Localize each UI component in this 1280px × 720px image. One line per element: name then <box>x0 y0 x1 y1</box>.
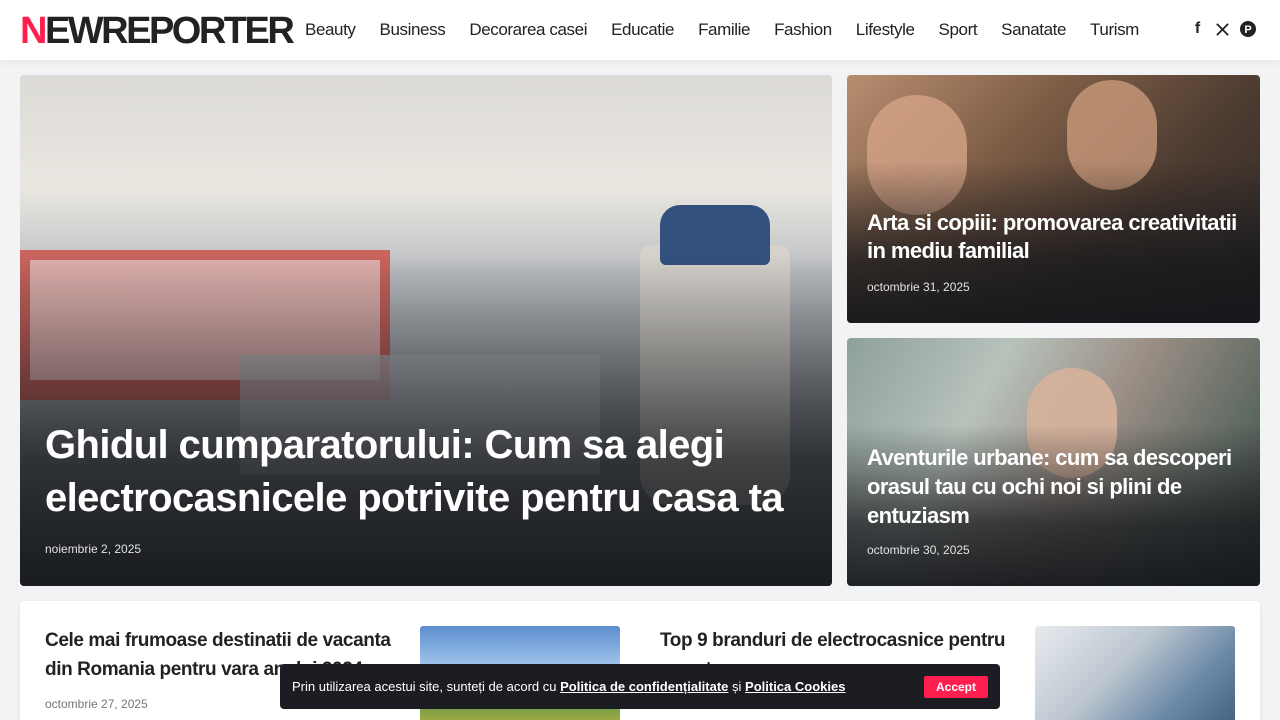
site-logo[interactable]: NEWREPORTER <box>20 8 295 54</box>
nav-item-business[interactable]: Business <box>368 20 458 40</box>
privacy-policy-link[interactable]: Politica de confidențialitate <box>560 679 728 694</box>
social-links: f P <box>1189 18 1256 40</box>
nav-item-fashion[interactable]: Fashion <box>762 20 844 40</box>
nav-item-familie[interactable]: Familie <box>686 20 762 40</box>
nav-item-sanatate[interactable]: Sanatate <box>989 20 1078 40</box>
cookie-text: Prin utilizarea acestui site, sunteți de… <box>292 679 924 694</box>
cookie-conjunction: și <box>728 679 746 694</box>
cookie-banner: Prin utilizarea acestui site, sunteți de… <box>280 664 1000 709</box>
side-article-title[interactable]: Arta si copiii: promovarea creativitatii… <box>867 209 1247 265</box>
side-article-1[interactable]: Arta si copiii: promovarea creativitatii… <box>847 75 1260 323</box>
side-article-date: octombrie 30, 2025 <box>867 543 970 557</box>
cookie-message: Prin utilizarea acestui site, sunteți de… <box>292 679 561 694</box>
pinterest-icon[interactable]: P <box>1239 18 1256 40</box>
side-article-title[interactable]: Aventurile urbane: cum sa descoperi oras… <box>867 443 1247 530</box>
svg-text:P: P <box>1244 24 1251 36</box>
x-icon[interactable] <box>1214 18 1231 40</box>
site-header: NEWREPORTER Beauty Business Decorarea ca… <box>0 0 1280 60</box>
side-article-2[interactable]: Aventurile urbane: cum sa descoperi oras… <box>847 338 1260 586</box>
nav-item-educatie[interactable]: Educatie <box>599 20 686 40</box>
list-item-thumbnail[interactable] <box>1035 626 1235 720</box>
featured-date: noiembrie 2, 2025 <box>45 542 142 556</box>
nav-item-lifestyle[interactable]: Lifestyle <box>844 20 927 40</box>
nav-item-sport[interactable]: Sport <box>927 20 990 40</box>
facebook-icon[interactable]: f <box>1189 18 1206 40</box>
nav-item-beauty[interactable]: Beauty <box>293 20 368 40</box>
accept-cookies-button[interactable]: Accept <box>924 675 988 698</box>
nav-item-turism[interactable]: Turism <box>1078 20 1151 40</box>
main-nav: Beauty Business Decorarea casei Educatie… <box>293 0 1151 60</box>
list-item-date: octombrie 27, 2025 <box>45 697 148 711</box>
logo-first-letter: N <box>20 10 47 52</box>
cookies-policy-link[interactable]: Politica Cookies <box>745 679 845 694</box>
logo-rest: EWREPORTER <box>44 10 295 52</box>
featured-title[interactable]: Ghidul cumparatorului: Cum sa alegi elec… <box>45 419 805 525</box>
featured-article[interactable]: Ghidul cumparatorului: Cum sa alegi elec… <box>20 75 832 586</box>
nav-item-decorarea-casei[interactable]: Decorarea casei <box>457 20 599 40</box>
side-article-date: octombrie 31, 2025 <box>867 280 970 294</box>
